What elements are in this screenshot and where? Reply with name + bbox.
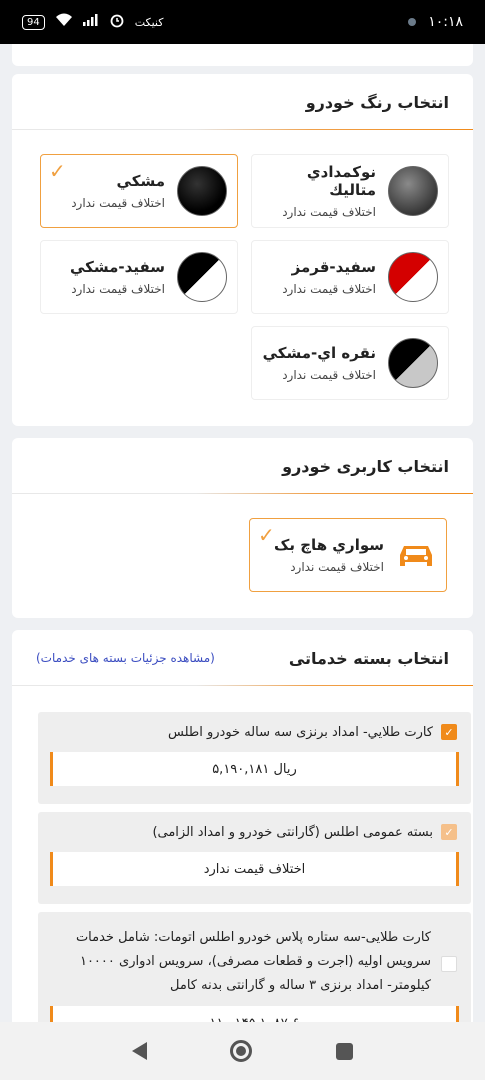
service-package-gold-card[interactable]: ✓ كارت طلايي- امداد برنزی سه ساله خودرو … xyxy=(38,712,471,804)
color-option-price-note: اختلاف قيمت ندارد xyxy=(71,196,165,210)
usage-option-name: سواري هاچ بک xyxy=(274,536,384,554)
color-option-silver-black[interactable]: نقره اي-مشكي اختلاف قيمت ندارد xyxy=(251,326,449,400)
package-price: اختلاف قیمت ندارد xyxy=(50,852,459,886)
car-icon xyxy=(400,546,432,566)
color-swatch-white-black xyxy=(177,252,227,302)
color-swatch-metallic-gray xyxy=(388,166,438,216)
status-bar: 94 کنیکت ۱۰:۱۸ xyxy=(0,0,485,44)
back-icon[interactable] xyxy=(131,1042,147,1060)
package-label: کارت طلایی-سه ستاره پلاس خودرو اطلس اتوم… xyxy=(75,930,431,993)
color-swatch-black xyxy=(177,166,227,216)
color-option-price-note: اختلاف قيمت ندارد xyxy=(282,205,376,219)
recent-apps-icon[interactable] xyxy=(336,1042,354,1060)
usage-section-title: انتخاب کاربری خودرو xyxy=(282,456,449,476)
home-icon[interactable] xyxy=(230,1040,253,1062)
alarm-icon xyxy=(109,12,125,32)
status-app-label: کنیکت xyxy=(134,15,164,29)
service-section-title: انتخاب بسته خدماتی xyxy=(288,648,449,668)
package-price: ۱۱۰,۱۴۵,۱۰۸۷-۶ xyxy=(50,1006,459,1022)
checkbox-unchecked-icon[interactable] xyxy=(441,956,457,972)
color-option-name: سفيد-مشكي xyxy=(69,258,165,276)
color-swatch-white-red xyxy=(388,252,438,302)
previous-card xyxy=(12,44,473,66)
color-section-header: انتخاب رنگ خودرو xyxy=(12,74,473,130)
usage-section-header: انتخاب کاربری خودرو xyxy=(12,438,473,494)
check-mark-icon: ✓ xyxy=(258,523,275,547)
clock: ۱۰:۱۸ xyxy=(428,14,463,30)
package-label: بسته عمومی اطلس (گارانتی خودرو و امداد ا… xyxy=(152,824,433,840)
checkbox-checked-icon[interactable]: ✓ xyxy=(441,724,457,740)
package-price: ۵,۱۹۰,۱۸۱ ریال xyxy=(50,752,459,786)
service-package-three-star[interactable]: کارت طلایی-سه ستاره پلاس خودرو اطلس اتوم… xyxy=(38,912,471,1022)
package-label: كارت طلايي- امداد برنزی سه ساله خودرو اط… xyxy=(168,724,433,740)
service-details-link[interactable]: (مشاهده جزئیات بسته های خدمات) xyxy=(36,651,215,665)
scroll-content[interactable]: انتخاب رنگ خودرو نوكمدادي متاليك اختلاف … xyxy=(0,44,485,1022)
battery-indicator: 94 xyxy=(22,14,45,30)
color-option-black[interactable]: مشكي اختلاف قيمت ندارد ✓ xyxy=(40,154,238,228)
service-package-card: انتخاب بسته خدماتی (مشاهده جزئیات بسته ه… xyxy=(12,630,473,1022)
wifi-icon xyxy=(55,13,73,31)
color-option-name: نوكمدادي متاليك xyxy=(306,163,376,199)
color-option-price-note: اختلاف قيمت ندارد xyxy=(282,368,376,382)
color-option-white-black[interactable]: سفيد-مشكي اختلاف قيمت ندارد xyxy=(40,240,238,314)
system-navigation-bar xyxy=(0,1022,485,1080)
usage-selection-card: انتخاب کاربری خودرو سواري هاچ بک اختلاف … xyxy=(12,438,473,618)
service-section-header: انتخاب بسته خدماتی (مشاهده جزئیات بسته ه… xyxy=(12,630,473,686)
color-section-title: انتخاب رنگ خودرو xyxy=(305,92,449,112)
color-option-metallic-gray[interactable]: نوكمدادي متاليك اختلاف قيمت ندارد xyxy=(251,154,449,228)
color-option-name: مشكي xyxy=(116,172,165,190)
check-mark-icon: ✓ xyxy=(49,159,66,183)
color-option-name: نقره اي-مشكي xyxy=(262,344,376,362)
checkbox-checked-disabled-icon[interactable]: ✓ xyxy=(441,824,457,840)
signal-icon xyxy=(82,14,99,30)
notification-dot-icon xyxy=(408,18,417,26)
color-selection-card: انتخاب رنگ خودرو نوكمدادي متاليك اختلاف … xyxy=(12,74,473,426)
color-option-name: سفيد-قرمز xyxy=(291,258,376,276)
service-package-general[interactable]: ✓ بسته عمومی اطلس (گارانتی خودرو و امداد… xyxy=(38,812,471,904)
color-option-white-red[interactable]: سفيد-قرمز اختلاف قيمت ندارد xyxy=(251,240,449,314)
color-option-price-note: اختلاف قيمت ندارد xyxy=(71,282,165,296)
color-swatch-silver-black xyxy=(388,338,438,388)
usage-option-price-note: اختلاف قيمت ندارد xyxy=(290,560,384,574)
usage-option-hatchback[interactable]: سواري هاچ بک اختلاف قيمت ندارد ✓ xyxy=(249,518,447,592)
color-option-price-note: اختلاف قيمت ندارد xyxy=(282,282,376,296)
